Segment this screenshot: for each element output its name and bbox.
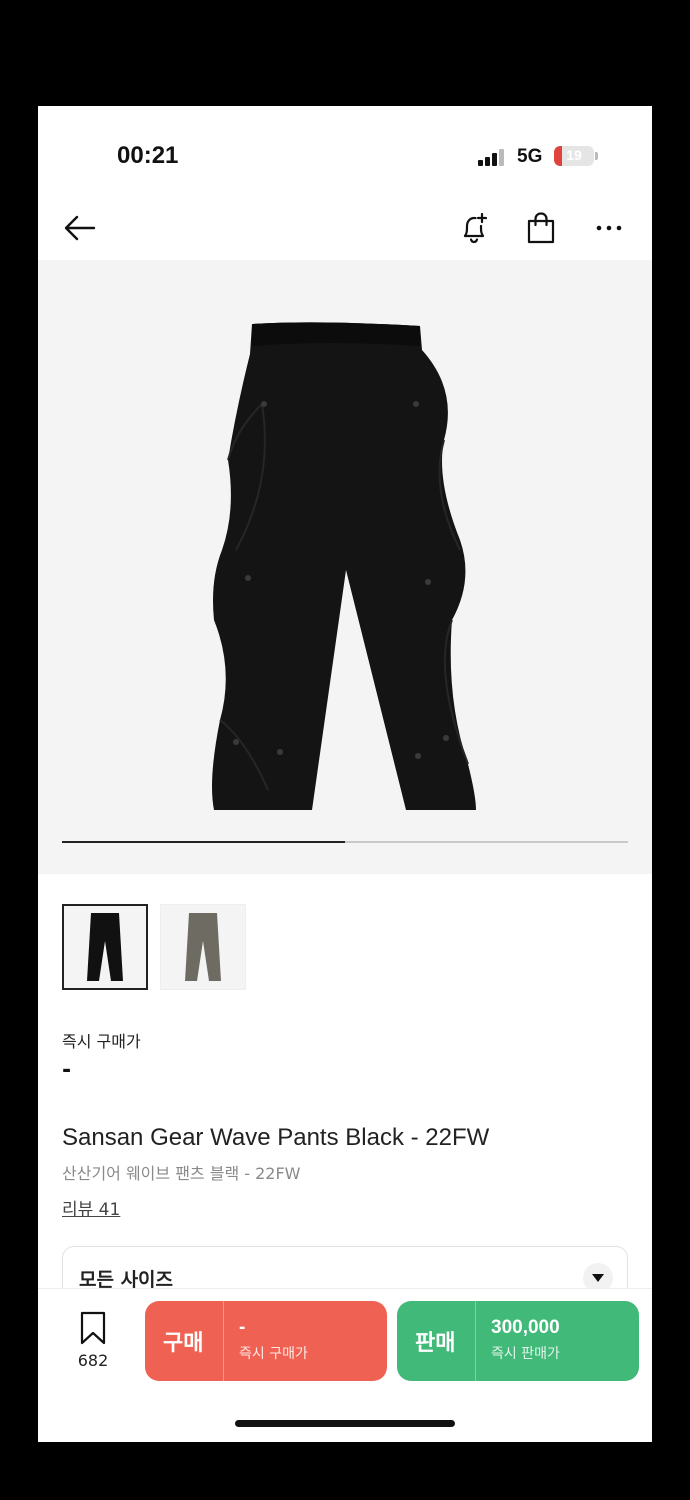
sell-button-label: 판매 [415, 1331, 456, 1356]
price-alert-button[interactable] [453, 206, 497, 250]
bell-plus-icon [463, 212, 488, 244]
pants-thumbnail-image [185, 913, 221, 981]
reviews-link[interactable]: 리뷰 41 [62, 1195, 120, 1220]
sell-button-sublabel: 즉시 판매가 [491, 1346, 560, 1362]
status-time: 00:21 [117, 142, 179, 169]
product-title-ko: 산산기어 웨이브 팬츠 블랙 - 22FW [62, 1164, 301, 1183]
sell-button-price: 300,000 [491, 1317, 560, 1338]
buy-button-divider [223, 1301, 224, 1381]
shopping-bag-icon [527, 212, 555, 244]
sell-button[interactable]: 판매 300,000 즉시 판매가 [397, 1301, 639, 1381]
status-bar: 00:21 5G 19 [38, 106, 652, 206]
top-nav [38, 206, 652, 260]
cellular-signal-icon [478, 148, 506, 166]
buy-button-label: 구매 [163, 1331, 204, 1356]
battery-nub [595, 152, 598, 160]
arrow-left-icon [64, 215, 96, 241]
shopping-bag-button[interactable] [519, 206, 563, 250]
instant-buy-price-label: 즉시 구매가 [62, 1032, 141, 1051]
thumbnail-black[interactable] [62, 904, 148, 990]
product-image-gallery[interactable] [38, 260, 652, 874]
product-title-en: Sansan Gear Wave Pants Black - 22FW [62, 1124, 490, 1151]
bottom-action-bar: 682 구매 - 즉시 구매가 판매 300,000 즉시 판매가 [38, 1288, 652, 1442]
network-type: 5G [517, 146, 543, 167]
back-button[interactable] [58, 206, 102, 250]
bookmark-icon [80, 1311, 106, 1345]
product-image [212, 322, 476, 810]
more-button[interactable] [587, 206, 631, 250]
thumbnail-strip [62, 904, 246, 990]
buy-button-price: - [239, 1317, 246, 1338]
battery-level: 19 [566, 147, 582, 163]
buy-button[interactable]: 구매 - 즉시 구매가 [145, 1301, 387, 1381]
buy-button-sublabel: 즉시 구매가 [239, 1346, 308, 1362]
sell-button-divider [475, 1301, 476, 1381]
home-indicator [235, 1420, 455, 1427]
thumbnail-gray[interactable] [160, 904, 246, 990]
pants-thumbnail-image [87, 913, 123, 981]
bookmark-button[interactable]: 682 [66, 1311, 120, 1370]
instant-buy-price-value: - [62, 1058, 72, 1083]
gallery-progress-track [62, 841, 628, 843]
bookmark-count: 682 [77, 1351, 109, 1370]
battery-icon: 19 [554, 146, 594, 166]
phone-screen: 00:21 5G 19 즉시 구매가 - Sansan Gear Wave Pa… [38, 106, 652, 1442]
gallery-progress-fill [62, 841, 345, 843]
more-horizontal-icon [596, 225, 622, 231]
